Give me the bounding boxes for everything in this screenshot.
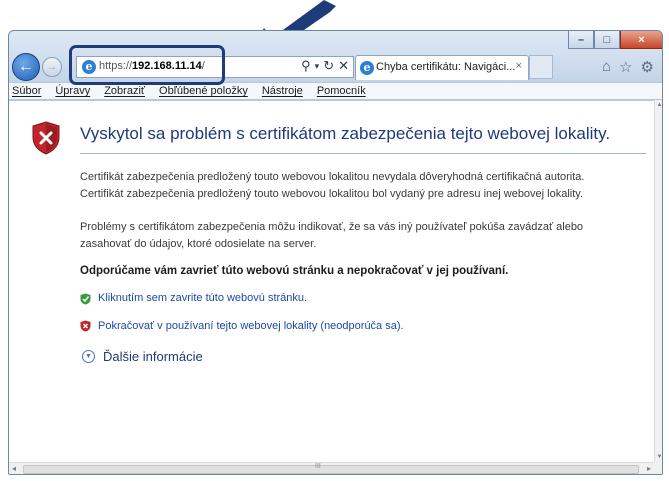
cert-explanation-line2: Certifikát zabezpečenia predložený touto…: [80, 188, 584, 200]
menu-edit[interactable]: Úpravy: [55, 85, 90, 97]
scroll-grip: III: [315, 463, 321, 470]
shield-check-icon: [80, 293, 91, 305]
right-toolbar: ⌂ ☆ ⚙: [602, 58, 654, 76]
menu-help[interactable]: Pomocník: [317, 85, 366, 97]
scroll-right-icon[interactable]: ▸: [647, 464, 651, 473]
risk-explanation-line1: Problémy s certifikátom zabezpečenia môž…: [80, 221, 584, 233]
horizontal-scrollbar[interactable]: ◂ III ▸: [9, 462, 654, 474]
url-highlight-box: [69, 45, 225, 85]
refresh-icon[interactable]: ↻: [323, 58, 334, 74]
star-icon[interactable]: ☆: [619, 58, 632, 76]
search-icon[interactable]: ⚲: [301, 58, 311, 74]
arrow-left-icon: ←: [18, 58, 34, 75]
address-tools: ⚲ ▾ ↻ ✕: [301, 58, 349, 74]
chevron-down-circle-icon: ▼: [82, 350, 95, 363]
home-icon[interactable]: ⌂: [602, 58, 611, 76]
scroll-corner: [654, 462, 662, 474]
risk-explanation-line2: zasahovať do údajov, ktoré odosielate na…: [80, 238, 317, 250]
more-info-toggle[interactable]: ▼ Ďalšie informácie: [82, 349, 203, 364]
ie-tab-icon: e: [360, 61, 374, 75]
continue-link[interactable]: Pokračovať v používaní tejto webovej lok…: [98, 320, 404, 332]
scroll-thumb[interactable]: [23, 465, 639, 474]
vertical-scrollbar[interactable]: ▲ ▼: [654, 100, 662, 462]
recommendation-text: Odporúčame vám zavrieť túto webovú strán…: [80, 265, 509, 277]
chevron-down-icon[interactable]: ▾: [315, 61, 320, 74]
gear-icon[interactable]: ⚙: [641, 58, 654, 76]
shield-warning-icon: [80, 320, 91, 332]
stop-icon[interactable]: ✕: [338, 58, 349, 74]
close-page-link[interactable]: Kliknutím sem zavrite túto webovú stránk…: [98, 292, 307, 304]
menu-tools[interactable]: Nástroje: [262, 85, 303, 97]
heading-divider: [80, 153, 646, 154]
caption-buttons: – □ ×: [568, 31, 662, 50]
cert-explanation-line1: Certifikát zabezpečenia predložený touto…: [80, 171, 585, 183]
scroll-up-icon[interactable]: ▲: [655, 102, 662, 108]
menu-view[interactable]: Zobraziť: [104, 85, 145, 97]
scroll-down-icon[interactable]: ▼: [655, 454, 662, 460]
shield-error-icon: [32, 121, 60, 155]
more-info-label: Ďalšie informácie: [103, 349, 203, 364]
scroll-left-icon[interactable]: ◂: [12, 464, 16, 473]
tab-title: Chyba certifikátu: Navigáci...: [376, 61, 516, 73]
menu-favorites[interactable]: Obľúbené položky: [159, 85, 248, 97]
tab-certificate-error[interactable]: e Chyba certifikátu: Navigáci... ×: [355, 55, 529, 80]
forward-button[interactable]: →: [42, 57, 62, 77]
tab-close-icon[interactable]: ×: [516, 60, 522, 72]
page-viewport: [9, 100, 654, 462]
page-heading: Vyskytol sa problém s certifikátom zabez…: [80, 124, 611, 143]
menu-file[interactable]: Súbor: [12, 85, 41, 97]
minimize-button[interactable]: –: [568, 31, 594, 49]
close-window-button[interactable]: ×: [620, 31, 662, 49]
back-button[interactable]: ←: [12, 53, 40, 81]
arrow-right-icon: →: [46, 61, 58, 73]
new-tab-button[interactable]: [529, 55, 553, 79]
maximize-button[interactable]: □: [594, 31, 620, 49]
